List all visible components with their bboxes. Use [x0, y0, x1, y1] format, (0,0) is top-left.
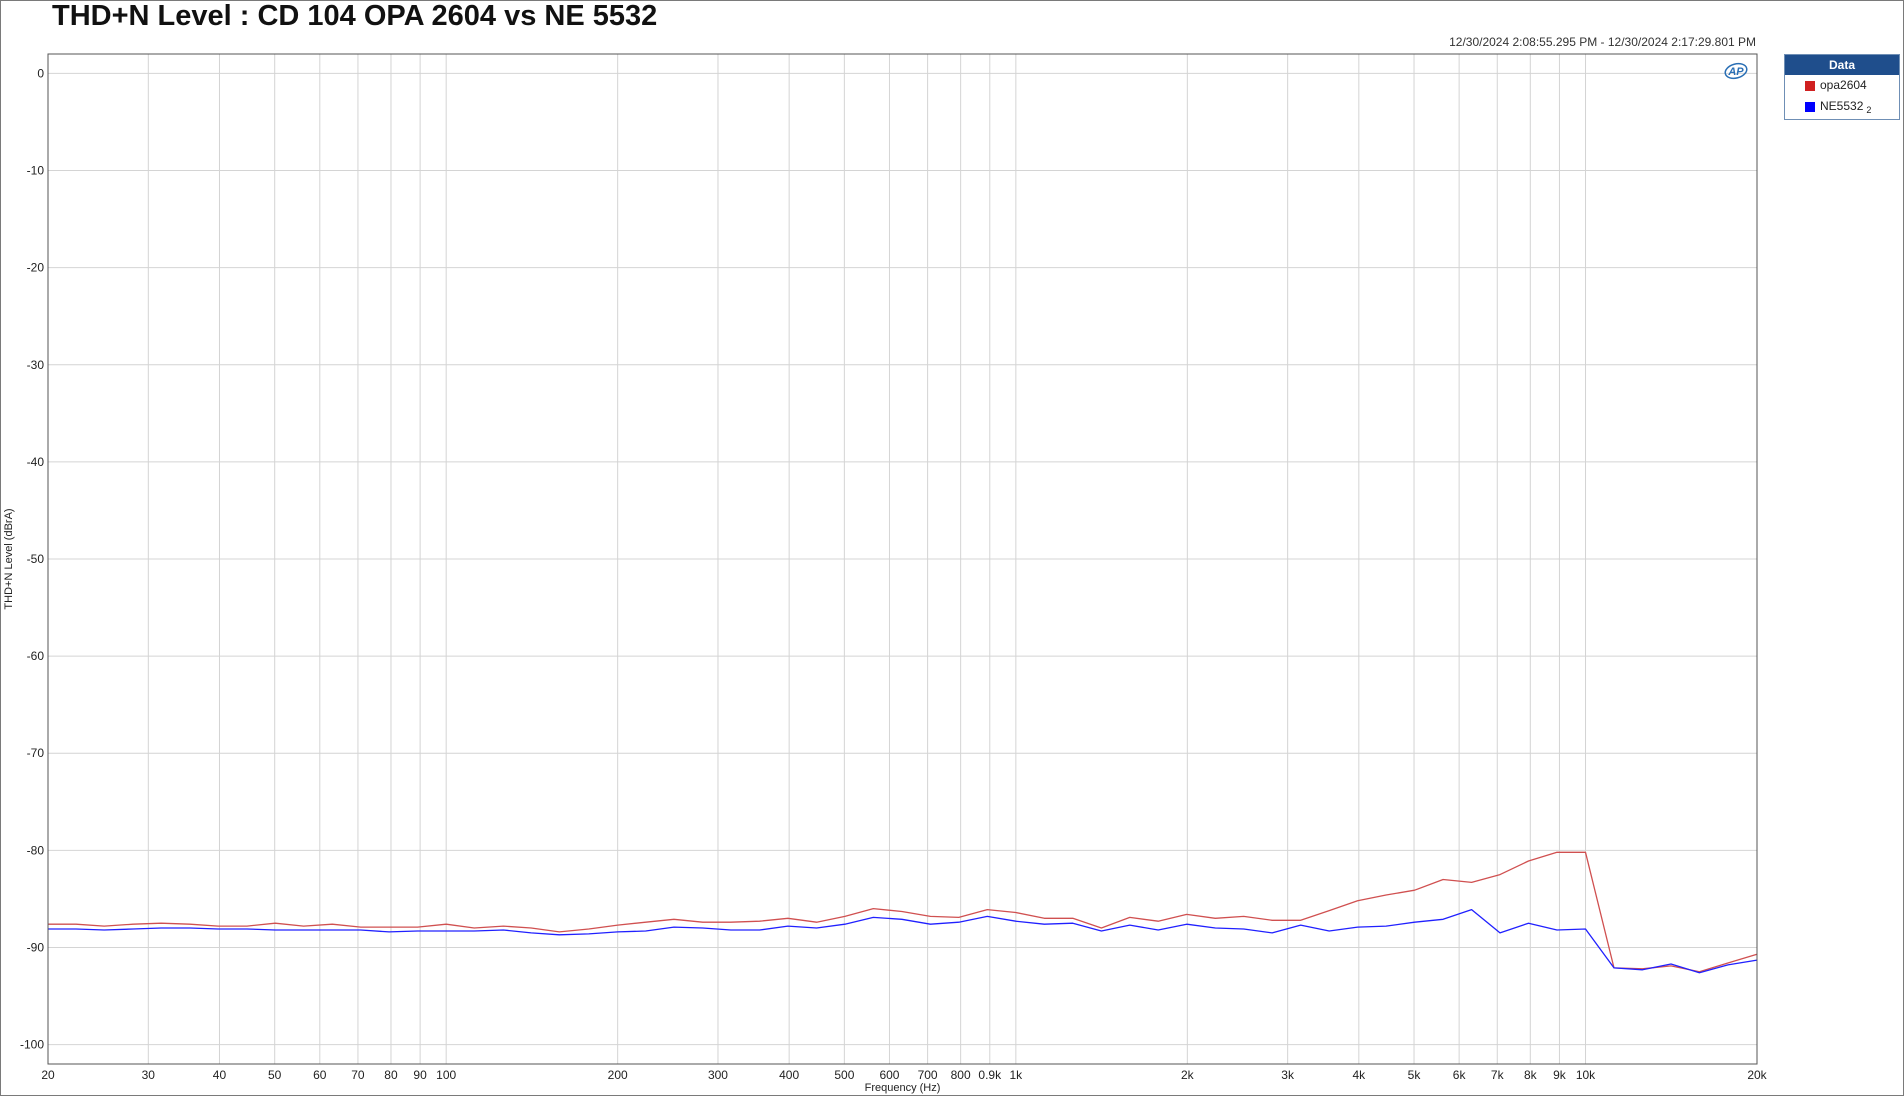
legend-item-ne5532[interactable]: NE5532 2: [1785, 97, 1899, 117]
y-tick-label: -80: [27, 843, 45, 857]
legend-panel[interactable]: Data opa2604 NE5532 2: [1784, 54, 1900, 120]
x-tick-label: 40: [213, 1068, 227, 1082]
x-tick-label: 80: [384, 1068, 398, 1082]
y-tick-label: -10: [27, 164, 45, 178]
x-tick-label: 9k: [1553, 1068, 1567, 1082]
legend-label: opa2604: [1820, 78, 1867, 92]
x-tick-label: 60: [313, 1068, 327, 1082]
x-tick-label: 70: [351, 1068, 365, 1082]
data-series: [48, 851, 1758, 974]
y-tick-label: -40: [27, 455, 45, 469]
x-tick-label: 200: [608, 1068, 628, 1082]
x-tick-label: 4k: [1352, 1068, 1366, 1082]
y-tick-label: -50: [27, 552, 45, 566]
x-tick-label: 30: [142, 1068, 156, 1082]
x-tick-label: 500: [834, 1068, 854, 1082]
legend-header: Data: [1785, 55, 1899, 75]
y-tick-label: -90: [27, 940, 45, 954]
series-line-ne5532: [48, 908, 1758, 974]
x-tick-label: 600: [879, 1068, 899, 1082]
ap-logo-icon: AP: [1724, 62, 1748, 80]
x-tick-label: 10k: [1576, 1068, 1596, 1082]
x-tick-label: 2k: [1181, 1068, 1195, 1082]
x-tick-label: 20: [41, 1068, 55, 1082]
y-tick-label: 0: [37, 66, 44, 80]
y-tick-label: -100: [20, 1038, 44, 1052]
x-tick-label: 800: [951, 1068, 971, 1082]
x-tick-label: 8k: [1524, 1068, 1538, 1082]
ap-logo-text: AP: [1727, 66, 1744, 78]
thd-n-chart: 20 30 40 50 60 70 80 90 100 200 300 400 500 600 700 800…: [3, 53, 1768, 1094]
x-tick-label: 20k: [1747, 1068, 1767, 1082]
x-tick-label: 300: [708, 1068, 728, 1082]
y-axis-label: THD+N Level (dBrA): [3, 508, 15, 609]
x-tick-label: 0.9k: [978, 1068, 1002, 1082]
legend-label: NE5532 2: [1820, 99, 1872, 115]
series-line-opa2604: [48, 851, 1758, 973]
y-tick-label: -20: [27, 261, 45, 275]
x-tick-label: 7k: [1491, 1068, 1505, 1082]
grid-lines: [47, 54, 1758, 1064]
x-tick-label: 50: [268, 1068, 282, 1082]
y-tick-label: -70: [27, 746, 45, 760]
x-tick-label: 100: [436, 1068, 456, 1082]
x-tick-label: 90: [413, 1068, 427, 1082]
legend-swatch-red-icon: [1805, 81, 1815, 91]
legend-item-opa2604[interactable]: opa2604: [1785, 76, 1899, 96]
x-tick-label: 6k: [1453, 1068, 1467, 1082]
x-tick-label: 1k: [1010, 1068, 1024, 1082]
x-tick-label: 3k: [1281, 1068, 1295, 1082]
x-tick-label: 400: [779, 1068, 799, 1082]
x-tick-label: 700: [918, 1068, 938, 1082]
y-tick-label: -30: [27, 358, 45, 372]
x-axis-label: Frequency (Hz): [865, 1082, 941, 1094]
x-tick-label: 5k: [1408, 1068, 1422, 1082]
legend-swatch-blue-icon: [1805, 102, 1815, 112]
y-tick-label: -60: [27, 649, 45, 663]
